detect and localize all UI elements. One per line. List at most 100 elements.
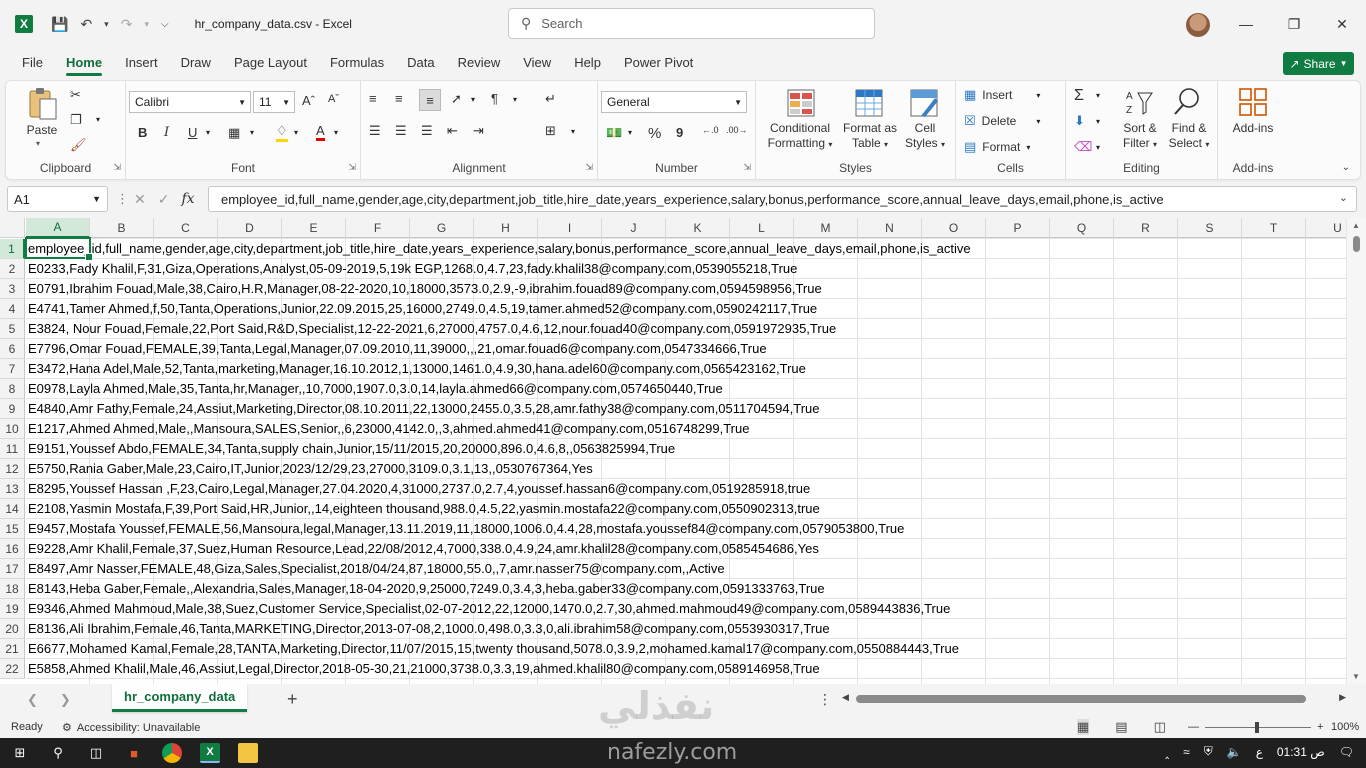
cell-a16[interactable]: E9228,Amr Khalil,Female,37,Suez,Human Re… bbox=[28, 539, 819, 559]
network-icon[interactable]: ≈ bbox=[1183, 745, 1190, 759]
decrease-decimal-icon[interactable]: .00→ bbox=[726, 125, 748, 135]
cut-icon[interactable]: ✂ bbox=[70, 87, 81, 103]
column-header-d[interactable]: D bbox=[218, 218, 282, 238]
clock[interactable]: 01:31 ص bbox=[1277, 745, 1325, 759]
office-app-icon[interactable]: ■ bbox=[124, 743, 144, 763]
column-header-e[interactable]: E bbox=[282, 218, 346, 238]
decrease-font-size-icon[interactable]: Aˇ bbox=[328, 93, 339, 105]
windows-start-icon[interactable]: ⊞ bbox=[10, 743, 30, 763]
cell-a17[interactable]: E8497,Amr Nasser,FEMALE,48,Giza,Sales,Sp… bbox=[28, 559, 725, 579]
sort-filter-button[interactable]: Sort & Filter ▾ bbox=[1118, 121, 1162, 152]
cell-styles-button[interactable]: Cell Styles ▾ bbox=[900, 121, 950, 152]
autosum-dropdown-icon[interactable]: ▾ bbox=[1096, 91, 1100, 100]
user-avatar[interactable] bbox=[1186, 13, 1210, 37]
paste-label[interactable]: Paste bbox=[24, 123, 60, 138]
column-header-b[interactable]: B bbox=[90, 218, 154, 238]
name-box[interactable]: A1 ▼ bbox=[7, 186, 108, 212]
row-header[interactable]: 12 bbox=[0, 459, 25, 479]
alignment-launcher-icon[interactable]: ⇲ bbox=[585, 162, 593, 173]
zoom-knob[interactable] bbox=[1255, 721, 1259, 733]
formula-input[interactable]: employee_id,full_name,gender,age,city,de… bbox=[208, 186, 1357, 212]
expand-formula-bar-icon[interactable]: ⌄ bbox=[1339, 191, 1348, 204]
cell-a3[interactable]: E0791,Ibrahim Fouad,Male,38,Cairo,H.R,Ma… bbox=[28, 279, 822, 299]
top-align-icon[interactable]: ≡ bbox=[369, 91, 377, 106]
tab-insert[interactable]: Insert bbox=[125, 48, 158, 78]
column-header-o[interactable]: O bbox=[922, 218, 986, 238]
language-indicator[interactable]: ع bbox=[1256, 745, 1263, 759]
tab-page-layout[interactable]: Page Layout bbox=[234, 48, 307, 78]
row-header[interactable]: 21 bbox=[0, 639, 25, 659]
column-header-n[interactable]: N bbox=[858, 218, 922, 238]
chevron-down-icon[interactable]: ▼ bbox=[92, 194, 101, 204]
notifications-icon[interactable]: 🗨 bbox=[1339, 745, 1354, 759]
borders-icon[interactable]: ▦ bbox=[228, 125, 240, 141]
sort-filter-icon[interactable]: AZ bbox=[1124, 87, 1154, 120]
cell-a12[interactable]: E5750,Rania Gaber,Male,23,Cairo,IT,Junio… bbox=[28, 459, 593, 479]
active-cell-a1[interactable] bbox=[25, 237, 93, 261]
column-header-m[interactable]: M bbox=[794, 218, 858, 238]
row-header[interactable]: 9 bbox=[0, 399, 25, 419]
format-painter-icon[interactable]: 🖌 bbox=[70, 137, 87, 153]
comma-style-icon[interactable]: 9 bbox=[676, 125, 683, 140]
column-header-a[interactable]: A bbox=[26, 218, 90, 238]
cell-styles-icon[interactable] bbox=[909, 88, 939, 121]
cell-a19[interactable]: E9346,Ahmed Mahmoud,Male,38,Suez,Custome… bbox=[28, 599, 950, 619]
more-options-icon[interactable]: ⋮ bbox=[818, 691, 832, 708]
file-explorer-icon[interactable] bbox=[238, 743, 258, 763]
row-header[interactable]: 11 bbox=[0, 439, 25, 459]
column-header-c[interactable]: C bbox=[154, 218, 218, 238]
decrease-indent-icon[interactable]: ⇤ bbox=[447, 123, 458, 139]
clear-dropdown-icon[interactable]: ▾ bbox=[1096, 143, 1100, 152]
column-header-g[interactable]: G bbox=[410, 218, 474, 238]
cancel-entry-icon[interactable]: ✕ bbox=[134, 191, 146, 208]
tab-view[interactable]: View bbox=[523, 48, 551, 78]
tray-overflow-icon[interactable]: ‸ bbox=[1165, 745, 1169, 759]
cell-a11[interactable]: E9151,Youssef Abdo,FEMALE,34,Tanta,suppl… bbox=[28, 439, 675, 459]
row-header[interactable]: 13 bbox=[0, 479, 25, 499]
column-header-j[interactable]: J bbox=[602, 218, 666, 238]
clipboard-launcher-icon[interactable]: ⇲ bbox=[113, 162, 121, 173]
row-header[interactable]: 1 bbox=[0, 239, 25, 259]
font-color-icon[interactable]: A bbox=[316, 123, 325, 141]
find-select-icon[interactable] bbox=[1172, 87, 1202, 120]
row-header[interactable]: 5 bbox=[0, 319, 25, 339]
maximize-icon[interactable]: ❐ bbox=[1270, 0, 1318, 48]
security-icon[interactable]: ⛨ bbox=[1204, 744, 1213, 759]
column-header-p[interactable]: P bbox=[986, 218, 1050, 238]
zoom-level[interactable]: 100% bbox=[1331, 721, 1359, 733]
text-direction-dropdown-icon[interactable]: ▾ bbox=[513, 95, 517, 104]
increase-decimal-icon[interactable]: ←.0 bbox=[702, 125, 719, 135]
row-header[interactable]: 8 bbox=[0, 379, 25, 399]
zoom-track[interactable] bbox=[1205, 721, 1311, 733]
horizontal-scrollbar[interactable]: ◀ ▶ bbox=[840, 692, 1348, 706]
worksheet-grid[interactable]: ABCDEFGHIJKLMNOPQRSTU 1 2 3 4 5 6 7 8 9 10 11 12 13 1… bbox=[0, 218, 1366, 684]
formula-bar-grip-icon[interactable]: ⋮ bbox=[116, 191, 129, 207]
row-header[interactable]: 17 bbox=[0, 559, 25, 579]
wrap-text-icon[interactable]: ↵ bbox=[545, 91, 556, 107]
row-header[interactable]: 3 bbox=[0, 279, 25, 299]
cell-a18[interactable]: E8143,Heba Gaber,Female,,Alexandria,Sale… bbox=[28, 579, 825, 599]
format-as-table-icon[interactable] bbox=[854, 88, 884, 121]
paste-dropdown-icon[interactable]: ▾ bbox=[36, 139, 40, 148]
cell-a22[interactable]: E5858,Ahmed Khalil,Male,46,Assiut,Legal,… bbox=[28, 659, 820, 679]
cell-a1[interactable]: employee_id,full_name,gender,age,city,de… bbox=[28, 239, 971, 259]
format-as-table-button[interactable]: Format as Table ▾ bbox=[840, 121, 900, 152]
confirm-entry-icon[interactable]: ✓ bbox=[158, 191, 170, 208]
minimize-icon[interactable]: — bbox=[1222, 0, 1270, 48]
row-header[interactable]: 20 bbox=[0, 619, 25, 639]
accounting-format-icon[interactable]: 💵 bbox=[606, 125, 622, 141]
cell-a8[interactable]: E0978,Layla Ahmed,Male,35,Tanta,hr,Manag… bbox=[28, 379, 723, 399]
align-left-icon[interactable]: ☰ bbox=[369, 123, 381, 139]
underline-icon[interactable]: U bbox=[188, 125, 197, 140]
cell-a9[interactable]: E4840,Amr Fathy,Female,24,Assiut,Marketi… bbox=[28, 399, 820, 419]
add-sheet-icon[interactable]: + bbox=[287, 689, 298, 710]
conditional-formatting-icon[interactable] bbox=[786, 88, 816, 121]
font-launcher-icon[interactable]: ⇲ bbox=[348, 162, 356, 173]
scroll-up-icon[interactable]: ▲ bbox=[1352, 221, 1360, 230]
row-header[interactable]: 22 bbox=[0, 659, 25, 679]
accessibility-status[interactable]: ⚙ Accessibility: Unavailable bbox=[62, 721, 200, 735]
number-launcher-icon[interactable]: ⇲ bbox=[743, 162, 751, 173]
conditional-formatting-button[interactable]: Conditional Formatting ▾ bbox=[764, 121, 836, 152]
format-cells-button[interactable]: ▤ Format ▾ bbox=[964, 139, 1030, 155]
addins-icon[interactable] bbox=[1238, 87, 1268, 120]
